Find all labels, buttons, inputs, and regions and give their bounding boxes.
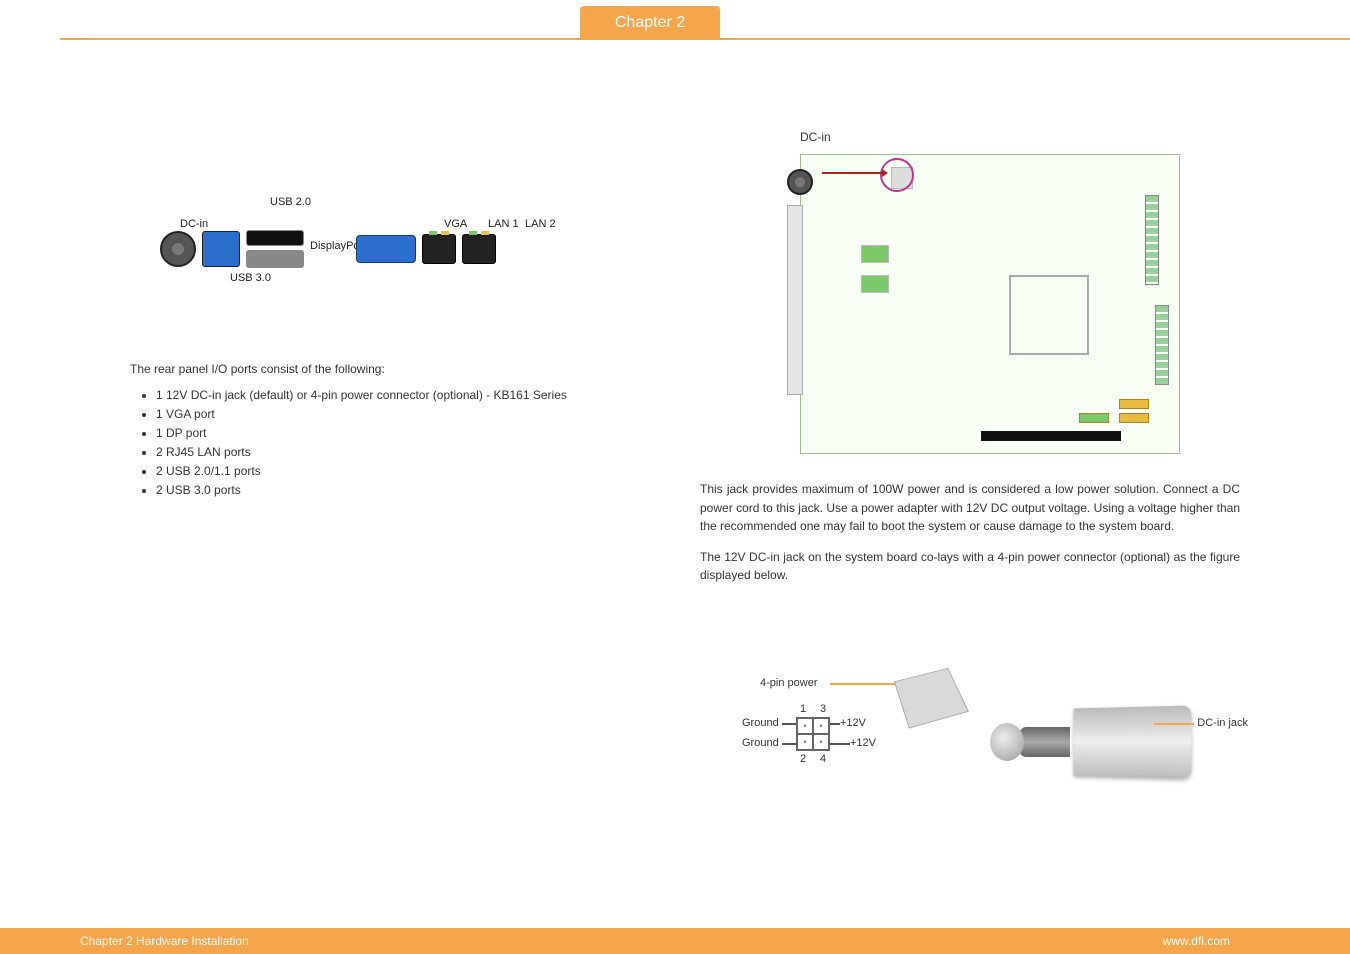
four-pin-title: 4-pin power xyxy=(760,677,817,689)
pin-1-label: 1 xyxy=(800,703,806,715)
board-component xyxy=(861,275,889,293)
board-dc-in-icon xyxy=(787,169,813,195)
left-intro: The rear panel I/O ports consist of the … xyxy=(130,360,670,378)
pin-dot: • xyxy=(797,734,813,750)
footer-left: Chapter 2 Hardware Installation xyxy=(80,934,249,948)
list-item: 1 VGA port xyxy=(156,405,670,423)
page: Chapter 2 USB 2.0 DisplayPort DC-in USB … xyxy=(0,0,1350,954)
right-text-block: This jack provides maximum of 100W power… xyxy=(700,480,1240,585)
pin-dot: • xyxy=(797,718,813,734)
label-dc-in: DC-in xyxy=(180,218,208,230)
board-pcie-slot xyxy=(981,431,1121,441)
left-text-block: The rear panel I/O ports consist of the … xyxy=(130,360,670,499)
right-para1: This jack provides maximum of 100W power… xyxy=(700,480,1240,536)
vga-port-icon xyxy=(356,235,416,263)
board-header xyxy=(1079,413,1109,423)
ground-label-1: Ground xyxy=(742,717,779,729)
leader-line xyxy=(1154,723,1194,725)
label-vga: VGA xyxy=(444,218,467,230)
leader-line xyxy=(782,723,796,725)
label-lan2: LAN 2 xyxy=(525,218,556,230)
lan2-port-icon xyxy=(462,234,496,264)
list-item: 2 USB 2.0/1.1 ports xyxy=(156,462,670,480)
list-item: 2 RJ45 LAN ports xyxy=(156,443,670,461)
leader-line xyxy=(830,743,850,745)
lan1-port-icon xyxy=(422,234,456,264)
board-cpu-socket xyxy=(1009,275,1089,355)
board-io-shield xyxy=(787,205,803,395)
list-item: 1 12V DC-in jack (default) or 4-pin powe… xyxy=(156,386,670,404)
dc-in-jack-icon xyxy=(160,231,196,267)
board-dimm-slot xyxy=(1155,305,1169,385)
label-usb3: USB 3.0 xyxy=(230,272,271,284)
dc-in-jack-barrel xyxy=(1020,727,1070,757)
label-usb2: USB 2.0 xyxy=(270,196,311,208)
list-item: 2 USB 3.0 ports xyxy=(156,481,670,499)
chapter-tab: Chapter 2 xyxy=(580,6,720,40)
plus12v-label-1: +12V xyxy=(840,717,866,729)
right-column: DC-in This jack provides maximum of 100W… xyxy=(700,130,1240,817)
board-header xyxy=(1119,399,1149,409)
four-pin-3d-icon xyxy=(894,668,969,729)
top-bar: Chapter 2 xyxy=(0,0,1350,46)
board-dc-in-label: DC-in xyxy=(800,130,831,144)
board-component xyxy=(861,245,889,263)
dc-in-jack-3d xyxy=(970,667,1190,807)
right-para2: The 12V DC-in jack on the system board c… xyxy=(700,548,1240,585)
pin-dot: • xyxy=(813,718,829,734)
plus12v-label-2: +12V xyxy=(850,737,876,749)
pin-3-label: 3 xyxy=(820,703,826,715)
usb3-port-icon xyxy=(202,231,240,267)
leader-line xyxy=(830,723,840,725)
board-outline xyxy=(800,154,1180,454)
pin-figure: 4-pin power 1 3 2 4 • • • • Ground Groun… xyxy=(700,597,1220,817)
leader-line xyxy=(782,743,796,745)
list-item: 1 DP port xyxy=(156,424,670,442)
usb2-dp-stack xyxy=(246,230,304,268)
ground-label-2: Ground xyxy=(742,737,779,749)
pin-2-label: 2 xyxy=(800,753,806,765)
pin-dot: • xyxy=(813,734,829,750)
callout-arrow xyxy=(822,172,882,174)
footer-right: www.dfi.com xyxy=(1163,934,1230,948)
dc-in-jack-cap xyxy=(990,723,1024,761)
left-column: USB 2.0 DisplayPort DC-in USB 3.0 VGA LA… xyxy=(130,180,670,500)
displayport-icon xyxy=(246,250,304,268)
motherboard-diagram: DC-in xyxy=(750,130,1190,460)
dc-in-jack-body xyxy=(1074,705,1192,778)
pin-4-label: 4 xyxy=(820,753,826,765)
dc-in-jack-label: DC-in jack xyxy=(1197,717,1248,729)
footer-bar: Chapter 2 Hardware Installation www.dfi.… xyxy=(0,928,1350,954)
left-bullet-list: 1 12V DC-in jack (default) or 4-pin powe… xyxy=(130,386,670,499)
board-header xyxy=(1119,413,1149,423)
label-lan1: LAN 1 xyxy=(488,218,519,230)
rear-panel-diagram: USB 2.0 DisplayPort DC-in USB 3.0 VGA LA… xyxy=(160,180,580,300)
usb2-port-icon xyxy=(246,230,304,246)
board-dimm-slot xyxy=(1145,195,1159,285)
pin-grid: • • • • xyxy=(796,717,830,751)
